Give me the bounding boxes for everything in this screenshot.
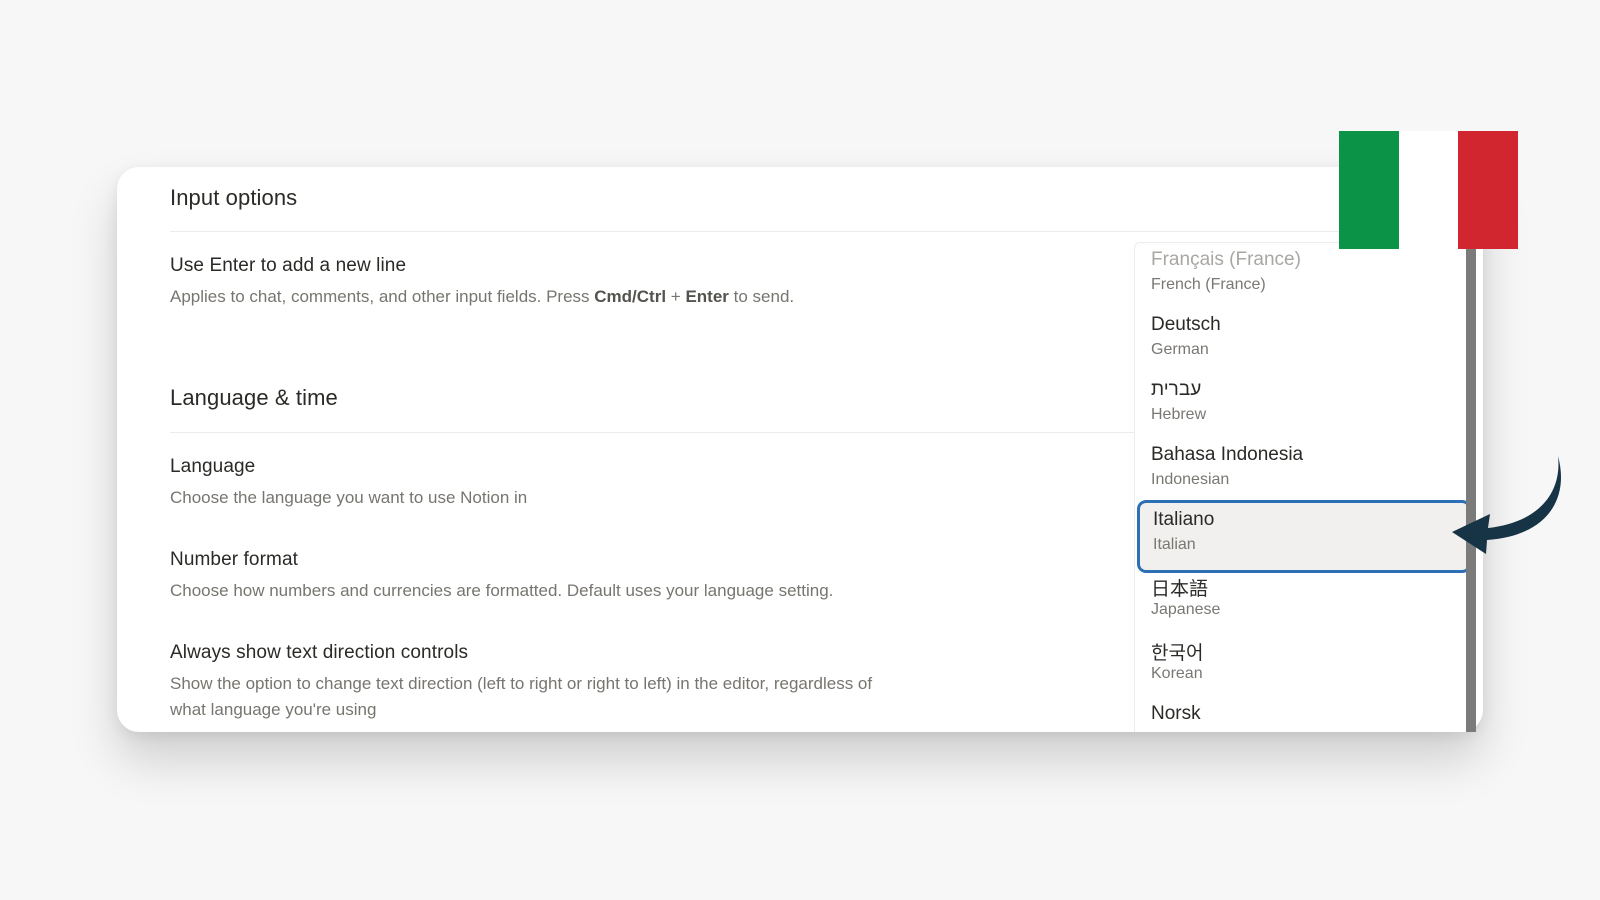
language-native-name: Deutsch [1151,314,1221,335]
language-native-name: Norsk [1151,703,1201,724]
language-english-name: Korean [1151,665,1203,682]
flag-stripe-white [1398,131,1459,249]
language-option-korean[interactable]: 한국어 Korean [1135,632,1467,697]
plus-text: + [666,287,686,306]
language-native-name: Français (France) [1151,249,1301,270]
section-title-language-time: Language & time [170,385,338,410]
language-english-name: Hebrew [1151,406,1207,423]
language-option-italian[interactable]: Italiano Italian [1137,500,1471,573]
language-english-name: German [1151,341,1209,358]
language-native-name: עברית [1151,379,1202,400]
setting-title-text-direction: Always show text direction controls [170,642,469,663]
language-option-german[interactable]: Deutsch German [1135,308,1467,373]
section-divider [170,432,1170,433]
language-native-name: 日本語 [1151,579,1209,600]
language-option-hebrew[interactable]: עברית Hebrew [1135,373,1467,438]
setting-title-language: Language [170,456,256,477]
shortcut-key-enter: Enter [685,287,729,306]
language-english-name: Japanese [1151,601,1221,618]
language-native-name: Italiano [1153,509,1215,530]
setting-title-enter-newline: Use Enter to add a new line [170,255,407,276]
flag-stripe-red [1458,131,1519,249]
section-title-input-options: Input options [170,185,298,210]
setting-desc-text-direction-cont: what language you're using [170,700,377,719]
flag-stripe-green [1339,131,1399,249]
setting-desc-number-format: Choose how numbers and currencies are fo… [170,581,834,600]
setting-desc-language: Choose the language you want to use Noti… [170,488,528,507]
language-option-japanese[interactable]: 日本語 Japanese [1135,568,1467,633]
language-english-name: Indonesian [1151,471,1230,488]
language-native-name: Bahasa Indonesia [1151,444,1304,465]
desc-text: Applies to chat, comments, and other inp… [170,287,595,306]
desc-text: to send. [728,287,795,306]
shortcut-key-cmd-ctrl: Cmd/Ctrl [594,287,667,306]
section-divider [170,231,1410,232]
language-native-name: 한국어 [1151,643,1204,664]
setting-desc-enter-newline: Applies to chat, comments, and other inp… [170,284,794,310]
italy-flag-icon [1339,131,1519,249]
setting-title-number-format: Number format [170,549,299,570]
curved-arrow-icon [1452,456,1562,554]
setting-desc-text-direction: Show the option to change text direction… [170,674,873,693]
language-english-name: Italian [1153,536,1196,553]
language-dropdown-menu[interactable]: Français (France) French (France) Deutsc… [1134,242,1476,732]
stage: Input options Use Enter to add a new lin… [0,0,1600,900]
language-english-name: French (France) [1151,276,1266,293]
language-option-french[interactable]: Français (France) French (France) [1135,243,1467,308]
language-option-norwegian[interactable]: Norsk [1135,697,1467,732]
language-option-indonesian[interactable]: Bahasa Indonesia Indonesian [1135,438,1467,503]
